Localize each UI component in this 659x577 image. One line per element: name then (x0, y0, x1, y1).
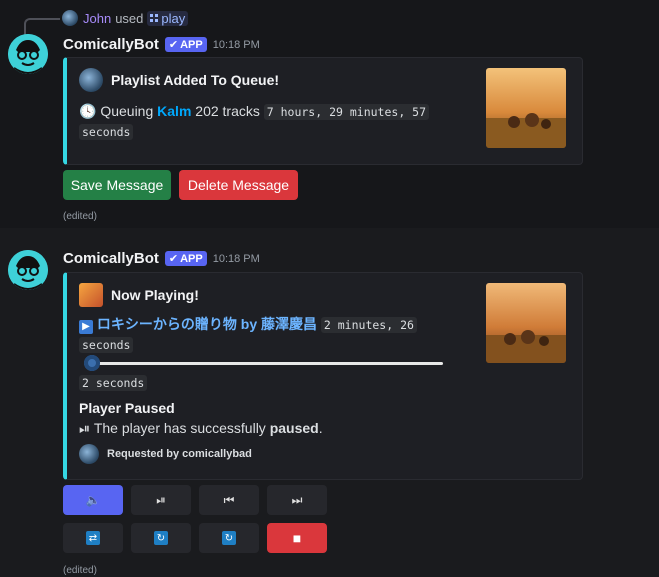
repeat-one-icon: ↻ (222, 531, 236, 545)
status-title: Player Paused (79, 400, 175, 416)
command-icon (150, 14, 159, 22)
app-badge-label: APP (180, 38, 203, 51)
album-art-icon (486, 283, 566, 363)
footer-avatar (79, 444, 99, 464)
bot-name[interactable]: ComicallyBot (63, 250, 159, 267)
album-art-icon (486, 68, 566, 148)
check-icon: ✔ (168, 253, 179, 265)
save-message-button[interactable]: Save Message (63, 170, 171, 200)
app-badge-label: APP (180, 252, 203, 265)
embed-description: 🕓 Queuing Kalm 202 tracks 7 hours, 29 mi… (79, 102, 439, 142)
track-thumbnail[interactable] (486, 283, 566, 363)
stop-icon: ■ (292, 530, 302, 546)
user-avatar-small[interactable] (62, 10, 78, 26)
message-header: ComicallyBot ✔ APP 10:18 PM (63, 36, 260, 53)
repeat-button[interactable]: ↻ (131, 523, 191, 553)
reply-username[interactable]: John (83, 11, 111, 26)
bot-name[interactable]: ComicallyBot (63, 36, 159, 53)
bot-avatar[interactable] (8, 250, 48, 290)
embed-title: Now Playing! (111, 287, 199, 303)
edited-label: (edited) (63, 211, 97, 222)
embed-playlist: Playlist Added To Queue! 🕓 Queuing Kalm … (63, 57, 583, 165)
next-track-button[interactable]: ⏭ (267, 485, 327, 515)
status-prefix: The player has successfully (93, 420, 266, 436)
embed-title-row: Now Playing! (79, 283, 199, 307)
tracks-count: 202 tracks (195, 103, 260, 119)
author-icon (79, 68, 103, 92)
track-duration: 2 minutes, 26 (320, 317, 417, 333)
progress-track (87, 362, 443, 365)
command-reply-header[interactable]: John used play (38, 8, 189, 28)
embed-title: Playlist Added To Queue! (111, 72, 280, 88)
slash-command[interactable]: play (147, 10, 189, 26)
check-icon: ✔ (168, 39, 179, 51)
duration-code: 7 hours, 29 minutes, 57 (263, 104, 430, 120)
status-description: ⏯ The player has successfully paused. (79, 420, 323, 437)
status-suffix: . (318, 420, 323, 436)
bot-face-icon (8, 250, 48, 290)
playlist-thumbnail[interactable] (486, 68, 566, 148)
track-link[interactable]: ロキシーからの贈り物 by 藤澤慶昌 (97, 316, 317, 332)
bot-face-icon (8, 34, 48, 74)
status-bold: paused (269, 420, 319, 436)
repeat-icon: ↻ (154, 531, 168, 545)
reply-used-text: used (115, 10, 144, 26)
embed-title-row: Playlist Added To Queue! (79, 68, 279, 92)
repeat-one-button[interactable]: ↻ (199, 523, 259, 553)
app-badge: ✔ APP (164, 37, 207, 52)
volume-button[interactable]: 🔈 (63, 485, 123, 515)
progress-knob[interactable] (84, 355, 101, 371)
edited-label: (edited) (63, 565, 97, 576)
bot-avatar[interactable] (8, 34, 48, 74)
timestamp[interactable]: 10:18 PM (213, 253, 260, 265)
message-header: ComicallyBot ✔ APP 10:18 PM (63, 250, 260, 267)
progress-bar[interactable] (79, 355, 449, 371)
author-icon (79, 283, 103, 307)
play-icon: ▶ (79, 319, 93, 334)
playlist-link[interactable]: Kalm (157, 103, 191, 119)
clock-icon: 🕓 (79, 103, 97, 119)
app-badge: ✔ APP (164, 251, 207, 266)
duration-code-2: seconds (79, 124, 134, 140)
message-now-playing: ComicallyBot ✔ APP 10:18 PM Now Playing!… (0, 228, 659, 577)
next-track-icon: ⏭ (291, 492, 303, 507)
volume-icon: 🔈 (85, 493, 101, 507)
message-playlist-added: John used play ComicallyBot ✔ APP 10:18 … (0, 0, 659, 228)
embed-now-playing: Now Playing! ▶ ロキシーからの贈り物 by 藤澤慶昌 2 minu… (63, 272, 583, 480)
elapsed-time: 2 seconds (79, 375, 148, 391)
slash-command-label: play (161, 10, 186, 26)
previous-track-button[interactable]: ⏮ (199, 485, 259, 515)
delete-message-button[interactable]: Delete Message (179, 170, 298, 200)
shuffle-icon: ⇄ (86, 531, 100, 545)
track-line: ▶ ロキシーからの贈り物 by 藤澤慶昌 2 minutes, 26 secon… (79, 315, 449, 355)
elapsed-row: 2 seconds (79, 374, 148, 392)
shuffle-button[interactable]: ⇄ (63, 523, 123, 553)
queuing-label: Queuing (100, 103, 154, 119)
play-pause-small-icon: ⏯ (79, 420, 91, 436)
play-pause-button[interactable]: ⏯ (131, 485, 191, 515)
stop-button[interactable]: ■ (267, 523, 327, 553)
requested-by: Requested by comicallybad (107, 448, 252, 460)
play-pause-icon: ⏯ (156, 492, 166, 507)
timestamp[interactable]: 10:18 PM (213, 39, 260, 51)
embed-footer: Requested by comicallybad (79, 444, 252, 464)
track-duration-2: seconds (79, 337, 134, 353)
previous-track-icon: ⏮ (223, 492, 235, 507)
